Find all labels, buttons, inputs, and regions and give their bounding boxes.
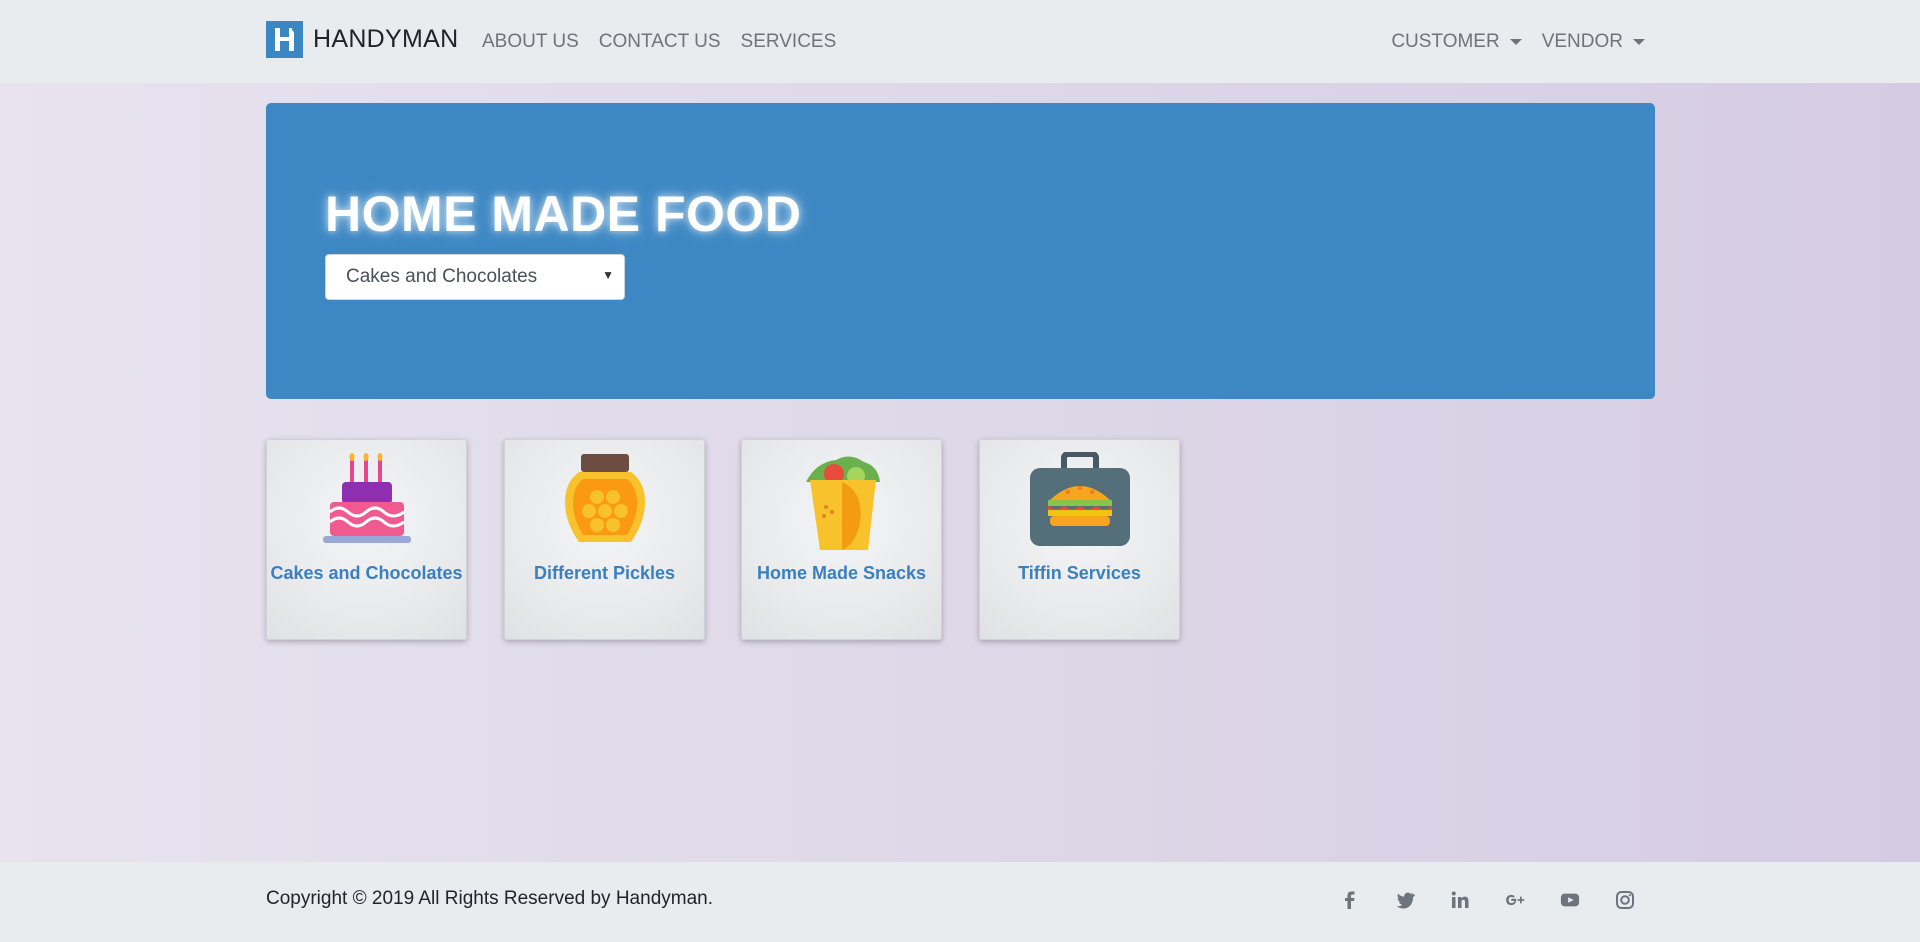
page-title: HOME MADE FOOD xyxy=(325,186,802,242)
category-card-cakes[interactable]: Cakes and Chocolates xyxy=(266,439,467,640)
category-label: Different Pickles xyxy=(533,563,676,583)
nav-dropdowns: CUSTOMER VENDOR xyxy=(1371,0,1645,83)
category-card-snacks[interactable]: Home Made Snacks xyxy=(741,439,942,640)
category-label: Tiffin Services xyxy=(1018,563,1141,583)
facebook-icon[interactable] xyxy=(1340,890,1360,910)
category-card-tiffin[interactable]: Tiffin Services xyxy=(979,439,1180,640)
navbar: HANDYMAN ABOUT US CONTACT US SERVICES CU… xyxy=(0,0,1920,83)
customer-dropdown-label: CUSTOMER xyxy=(1391,30,1500,52)
handyman-logo-icon xyxy=(266,21,303,58)
brand-name: HANDYMAN xyxy=(313,25,459,53)
lunchbox-burger-icon xyxy=(1029,452,1130,546)
customer-dropdown[interactable]: CUSTOMER xyxy=(1391,30,1522,53)
twitter-icon[interactable] xyxy=(1395,890,1415,910)
vendor-dropdown-label: VENDOR xyxy=(1541,30,1623,52)
copyright-text: Copyright © 2019 All Rights Reserved by … xyxy=(266,888,714,909)
instagram-icon[interactable] xyxy=(1615,890,1635,910)
brand-link[interactable]: HANDYMAN xyxy=(266,21,458,58)
cake-icon xyxy=(322,453,411,543)
google-plus-icon[interactable] xyxy=(1505,890,1525,910)
youtube-icon[interactable] xyxy=(1560,890,1580,910)
nav-contact-us[interactable]: CONTACT US xyxy=(599,31,721,53)
caret-down-icon xyxy=(1509,38,1522,45)
category-select[interactable]: Cakes and Chocolates ▼ xyxy=(325,254,625,300)
caret-down-icon xyxy=(1633,38,1645,45)
category-select-value: Cakes and Chocolates xyxy=(346,266,538,287)
category-card-pickles[interactable]: Different Pickles xyxy=(504,439,705,640)
nav-services[interactable]: SERVICES xyxy=(741,31,837,53)
select-arrow-icon: ▼ xyxy=(602,268,614,282)
linkedin-icon[interactable] xyxy=(1450,890,1470,910)
social-links xyxy=(1340,890,1670,910)
category-label: Cakes and Chocolates xyxy=(270,563,463,583)
burrito-icon xyxy=(805,456,880,550)
nav-about-us[interactable]: ABOUT US xyxy=(482,31,579,53)
nav-links: ABOUT US CONTACT US SERVICES xyxy=(482,0,856,83)
category-label: Home Made Snacks xyxy=(756,563,927,583)
vendor-dropdown[interactable]: VENDOR xyxy=(1542,31,1645,53)
hero-banner: HOME MADE FOOD Cakes and Chocolates ▼ xyxy=(266,103,1655,399)
honey-jar-icon xyxy=(564,454,645,542)
